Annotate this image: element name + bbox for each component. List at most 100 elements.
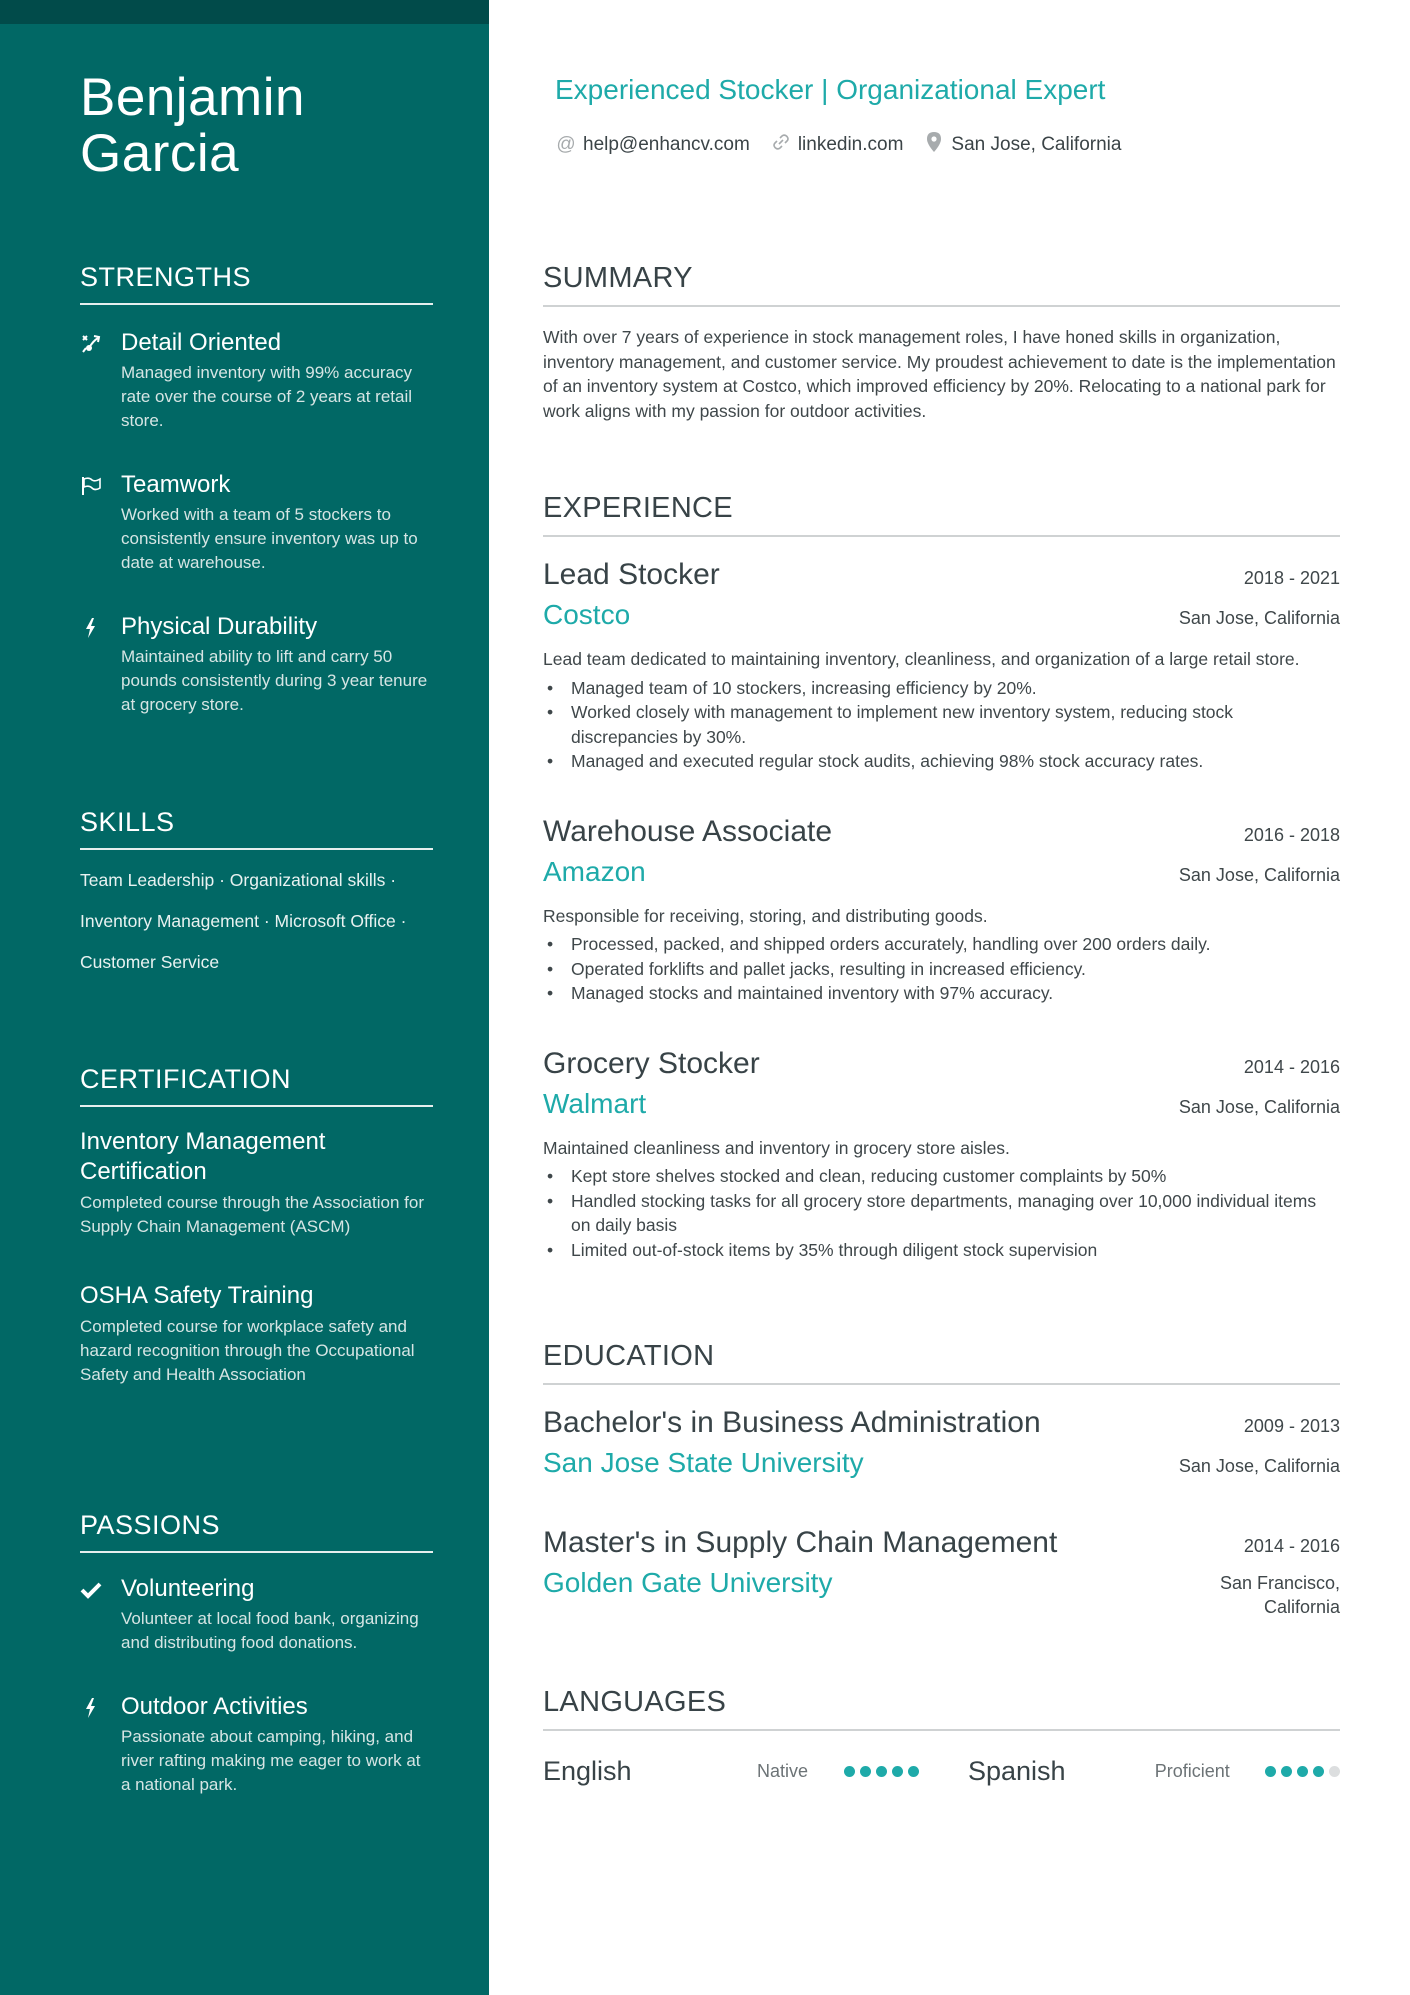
certification-item: OSHA Safety Training Completed course fo… (80, 1281, 433, 1387)
languages-heading: LANGUAGES (543, 1686, 1340, 1731)
rating-dot-empty (1329, 1765, 1340, 1777)
rating-dot-filled (860, 1765, 871, 1777)
contact-linkedin-text: linkedin.com (797, 134, 904, 155)
job-dates: 2014 - 2016 (1243, 1056, 1340, 1077)
degree: Master's in Supply Chain Management (543, 1526, 1058, 1559)
skills-list: Team Leadership · Organizational skills … (80, 860, 433, 983)
job-title: Lead Stocker (543, 558, 720, 591)
certification-title: OSHA Safety Training (80, 1282, 314, 1309)
certification-desc: Completed course for workplace safety an… (80, 1317, 415, 1384)
experience-entry: Lead Stocker 2018 - 2021 Costco San Jose… (543, 555, 1340, 774)
summary-text: With over 7 years of experience in stock… (543, 327, 1336, 421)
job-bullet: Kept store shelves stocked and clean, re… (543, 1164, 1340, 1189)
job-bullet: Managed team of 10 stockers, increasing … (543, 676, 1340, 701)
experience-section: EXPERIENCE Lead Stocker 2018 - 2021 Cost… (543, 492, 1340, 1262)
strength-title: Detail Oriented (121, 329, 282, 356)
candidate-name: Benjamin Garcia (80, 70, 433, 182)
language-name: English (543, 1755, 632, 1786)
certification-desc: Completed course through the Association… (80, 1193, 424, 1236)
passion-item: Outdoor Activities Passionate about camp… (80, 1691, 433, 1797)
education-entry: Bachelor's in Business Administration 20… (543, 1403, 1340, 1483)
languages-row: English Native Spanish Proficient (543, 1751, 1340, 1791)
route-icon (80, 333, 102, 355)
skills-line: Customer Service (80, 952, 220, 972)
education-heading: EDUCATION (543, 1340, 1340, 1385)
rating-dot-filled (876, 1765, 887, 1777)
languages-section: LANGUAGES English Native Spanish Profici… (543, 1686, 1340, 1791)
certification-title: Inventory Management Certification (80, 1128, 326, 1185)
experience-entry: Warehouse Associate 2016 - 2018 Amazon S… (543, 812, 1340, 1006)
strength-title: Physical Durability (121, 613, 318, 640)
check-icon (80, 1579, 102, 1601)
sidebar-top-band (0, 0, 489, 24)
location-pin-icon (923, 131, 945, 159)
lightning-icon (80, 617, 102, 639)
rating-dot-filled (1297, 1765, 1308, 1777)
certification-item: Inventory Management Certification Compl… (80, 1127, 433, 1239)
flag-icon (80, 475, 102, 497)
strengths-heading: STRENGTHS (80, 262, 433, 305)
skills-line: Team Leadership · Organizational skills … (80, 870, 397, 890)
contact-bar: @ help@enhancv.com linkedin.com San Jose… (555, 131, 1121, 159)
strength-desc: Maintained ability to lift and carry 50 … (121, 647, 428, 714)
passion-title: Outdoor Activities (121, 1693, 308, 1720)
strength-item: Detail Oriented Managed inventory with 9… (80, 327, 433, 433)
language-name: Spanish (968, 1755, 1066, 1786)
passions-heading: PASSIONS (80, 1510, 433, 1553)
skills-heading: SKILLS (80, 807, 433, 850)
language-rating (844, 1765, 919, 1777)
job-location: San Jose, California (1178, 1096, 1340, 1117)
contact-location-text: San Jose, California (951, 134, 1122, 155)
job-bullets: Processed, packed, and shipped orders ac… (543, 932, 1340, 1006)
job-title: Grocery Stocker (543, 1046, 760, 1080)
company-name: Costco (543, 599, 631, 630)
job-location: San Jose, California (1178, 608, 1340, 628)
rating-dot-filled (844, 1765, 855, 1777)
job-location: San Jose, California (1178, 864, 1340, 885)
link-icon (770, 132, 792, 158)
passion-desc: Volunteer at local food bank, organizing… (121, 1609, 419, 1652)
job-description: Maintained cleanliness and inventory in … (543, 1137, 1010, 1158)
at-icon: @ (556, 134, 576, 155)
strength-title: Teamwork (121, 471, 231, 498)
passion-item: Volunteering Volunteer at local food ban… (80, 1573, 433, 1655)
education-location: San Jose, California (1178, 1456, 1340, 1476)
rating-dot-filled (908, 1765, 919, 1777)
job-title: Warehouse Associate (543, 814, 833, 848)
education-entry: Master's in Supply Chain Management 2014… (543, 1523, 1340, 1619)
lightning-icon (80, 1697, 102, 1719)
experience-heading: EXPERIENCE (543, 492, 1340, 537)
strength-item: Teamwork Worked with a team of 5 stocker… (80, 469, 433, 575)
job-bullet: Managed and executed regular stock audit… (543, 749, 1340, 774)
headline: Experienced Stocker | Organizational Exp… (555, 74, 1106, 105)
language-level: Proficient (1154, 1760, 1230, 1781)
education-section: EDUCATION Bachelor's in Business Adminis… (543, 1340, 1340, 1619)
education-dates: 2014 - 2016 (1243, 1536, 1340, 1556)
language-rating (1265, 1765, 1340, 1777)
contact-location: San Jose, California (923, 131, 1121, 159)
rating-dot-filled (1265, 1765, 1276, 1777)
job-dates: 2016 - 2018 (1243, 824, 1340, 845)
language-item: Spanish Proficient (968, 1756, 1340, 1787)
education-dates: 2009 - 2013 (1243, 1416, 1340, 1436)
job-bullet: Handled stocking tasks for all grocery s… (543, 1189, 1340, 1238)
job-bullet: Processed, packed, and shipped orders ac… (543, 932, 1340, 957)
job-bullets: Kept store shelves stocked and clean, re… (543, 1164, 1340, 1262)
education-location: San Francisco, California (1219, 1573, 1340, 1617)
skills-section: SKILLS Team Leadership · Organizational … (80, 807, 433, 983)
contact-email[interactable]: @ help@enhancv.com (555, 131, 749, 159)
passion-title: Volunteering (121, 1575, 255, 1602)
job-description: Responsible for receiving, storing, and … (543, 905, 988, 926)
job-bullet: Worked closely with management to implem… (543, 700, 1340, 749)
name-first: Benjamin (80, 68, 305, 127)
school-name: San Jose State University (543, 1447, 864, 1478)
passions-section: PASSIONS Volunteering Volunteer at local… (80, 1510, 433, 1797)
contact-linkedin[interactable]: linkedin.com (770, 131, 904, 159)
name-last: Garcia (80, 124, 240, 183)
strength-desc: Managed inventory with 99% accuracy rate… (121, 363, 413, 430)
rating-dot-filled (1313, 1765, 1324, 1777)
job-bullet: Limited out-of-stock items by 35% throug… (543, 1238, 1340, 1263)
certification-section: CERTIFICATION Inventory Management Certi… (80, 1064, 433, 1387)
job-description: Lead team dedicated to maintaining inven… (543, 649, 1300, 669)
job-bullet: Operated forklifts and pallet jacks, res… (543, 957, 1340, 982)
